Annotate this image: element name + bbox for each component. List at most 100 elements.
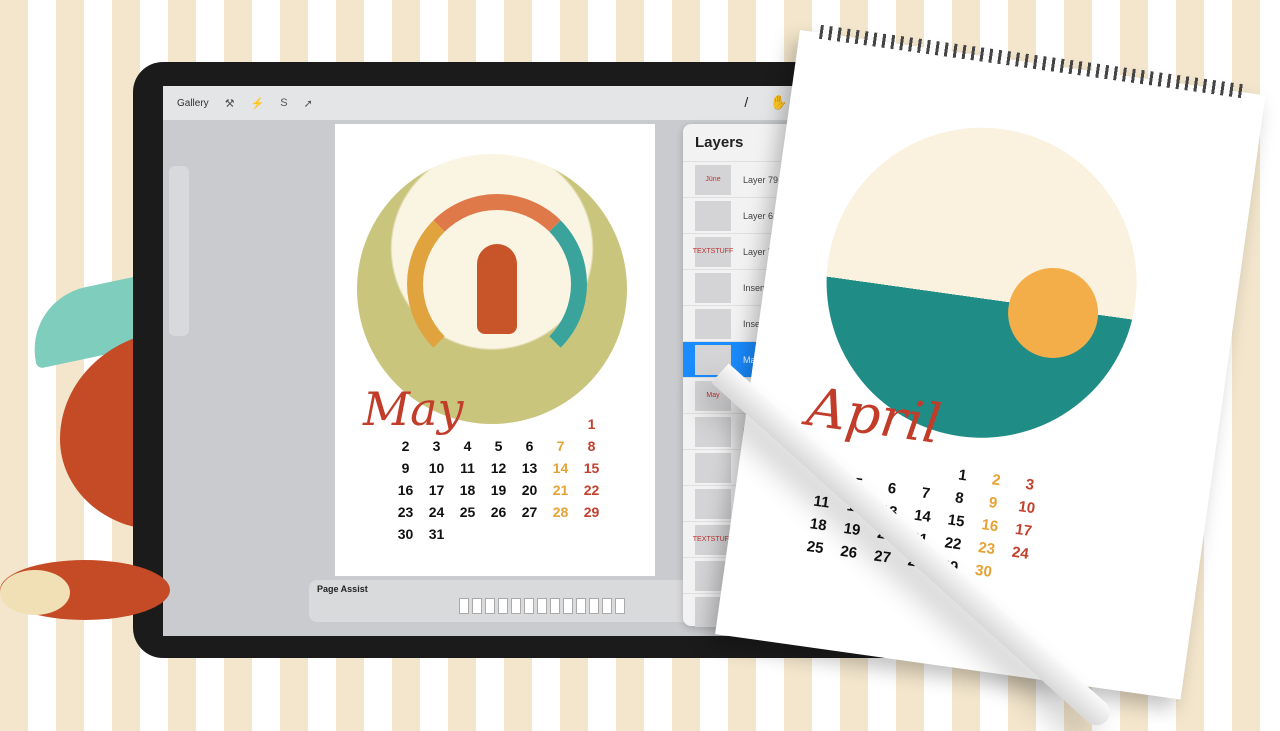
brush-icon[interactable]: / xyxy=(744,94,748,111)
calendar-day: 24 xyxy=(428,504,445,520)
layer-thumbnail xyxy=(695,488,731,519)
calendar-day: 5 xyxy=(494,438,503,454)
calendar-day xyxy=(999,565,1035,587)
calendar-day: 31 xyxy=(428,526,445,542)
calendar-day: 9 xyxy=(401,460,410,476)
calendar-day: 7 xyxy=(920,484,932,503)
calendar-day: 13 xyxy=(521,460,538,476)
page-thumbnail[interactable] xyxy=(576,598,586,614)
calendar-day: 20 xyxy=(521,482,538,498)
calendar-day xyxy=(576,526,607,542)
calendar-day: 23 xyxy=(397,504,414,520)
top-toolbar: Gallery ⚒ ⚡ S ➚ / ✋ ▰ ❐ xyxy=(163,86,885,120)
layer-thumbnail xyxy=(695,452,731,483)
transform-icon[interactable]: ➚ xyxy=(304,97,313,110)
calendar-day: 1 xyxy=(587,416,596,432)
calendar-day: 18 xyxy=(808,515,828,535)
calendar-day xyxy=(514,526,545,542)
selection-icon[interactable]: S xyxy=(280,97,287,109)
calendar-day: 10 xyxy=(428,460,445,476)
page-thumbnail[interactable] xyxy=(589,598,599,614)
may-calendar-grid: 1 2 3 4 5 6 7 8 9 10 11 12 13 14 15 16 17 18 19 20 21 22 23 24 2… xyxy=(390,416,607,542)
calendar-day: 12 xyxy=(490,460,507,476)
page-thumbnail[interactable] xyxy=(511,598,521,614)
layer-thumbnail xyxy=(695,200,731,231)
calendar-day: 17 xyxy=(428,482,445,498)
layer-thumbnail: Jüne xyxy=(695,164,731,195)
calendar-day xyxy=(421,416,452,432)
calendar-day: 16 xyxy=(397,482,414,498)
layer-thumbnail xyxy=(695,416,731,447)
layer-thumbnail xyxy=(695,308,731,339)
wrench-icon[interactable]: ⚒ xyxy=(225,97,235,110)
calendar-day: 22 xyxy=(943,534,963,554)
page-thumbnail[interactable] xyxy=(563,598,573,614)
calendar-day xyxy=(483,526,514,542)
calendar-day: 11 xyxy=(460,460,475,476)
calendar-day: 2 xyxy=(990,471,1002,490)
calendar-day: 30 xyxy=(397,526,414,542)
calendar-day: 14 xyxy=(913,506,932,526)
calendar-day xyxy=(390,416,421,432)
page-thumbnail[interactable] xyxy=(485,598,495,614)
calendar-day xyxy=(911,460,947,482)
calendar-day xyxy=(514,416,545,432)
page-thumbnail[interactable] xyxy=(602,598,612,614)
calendar-day: 3 xyxy=(432,438,441,454)
fox-tail xyxy=(0,560,170,620)
calendar-day: 14 xyxy=(552,460,569,476)
sun xyxy=(1002,262,1104,364)
calendar-day: 22 xyxy=(583,482,600,498)
page-thumbnail[interactable] xyxy=(459,598,469,614)
calendar-day: 8 xyxy=(587,438,596,454)
calendar-day xyxy=(877,455,913,477)
calendar-day xyxy=(545,416,576,432)
calendar-day: 27 xyxy=(521,504,538,520)
drawing-canvas[interactable]: May 1 2 3 4 5 6 7 8 9 10 11 12 13 14 15 16 17 18 19 20 21 22 2… xyxy=(335,124,655,576)
calendar-day: 6 xyxy=(886,479,898,498)
calendar-day: 9 xyxy=(987,493,999,512)
calendar-day: 23 xyxy=(977,538,997,559)
calendar-day: 7 xyxy=(556,438,565,454)
layer-thumbnail: TEXTSTUFF xyxy=(693,524,733,555)
calendar-day: 26 xyxy=(490,504,507,520)
calendar-day: 8 xyxy=(954,489,965,508)
calendar-day xyxy=(483,416,514,432)
calendar-day: 30 xyxy=(974,561,993,581)
calendar-day xyxy=(844,450,880,472)
page-thumbnail[interactable] xyxy=(472,598,482,614)
calendar-day: 3 xyxy=(1024,475,1036,494)
calendar-day: 29 xyxy=(583,504,600,520)
calendar-day: 25 xyxy=(805,538,825,558)
calendar-day xyxy=(545,526,576,542)
magic-wand-icon[interactable]: ⚡ xyxy=(251,97,265,110)
page-assist-label: Page Assist xyxy=(317,584,368,594)
page-thumbnail[interactable] xyxy=(550,598,560,614)
spiral-binding xyxy=(818,24,1247,99)
page-thumbnail[interactable] xyxy=(498,598,508,614)
calendar-day: 10 xyxy=(1017,498,1037,518)
calendar-day: 6 xyxy=(525,438,534,454)
calendar-day: 1 xyxy=(957,466,968,485)
layer-name: Layer 79 xyxy=(743,174,779,185)
page-thumbnail[interactable] xyxy=(615,598,625,614)
layer-thumbnail xyxy=(695,272,731,303)
calendar-day: 21 xyxy=(552,482,569,498)
page-thumbnail[interactable] xyxy=(524,598,534,614)
calendar-day xyxy=(452,416,483,432)
calendar-day: 19 xyxy=(842,520,862,540)
calendar-day: 15 xyxy=(583,460,600,476)
calendar-day: 24 xyxy=(1010,543,1030,563)
smudge-icon[interactable]: ✋ xyxy=(770,94,787,111)
brush-size-slider[interactable] xyxy=(169,166,189,336)
layer-thumbnail: TEXTSTUFF xyxy=(693,236,733,267)
calendar-day: 18 xyxy=(459,482,476,498)
page-thumbnail[interactable] xyxy=(537,598,547,614)
calendar-day: 16 xyxy=(980,516,1000,536)
calendar-day: 11 xyxy=(812,492,831,512)
calendar-day: 25 xyxy=(459,504,476,520)
calendar-day xyxy=(452,526,483,542)
page-assist-bar: Page Assist xyxy=(309,580,729,622)
gallery-button[interactable]: Gallery xyxy=(177,98,209,109)
calendar-day: 27 xyxy=(872,547,892,567)
